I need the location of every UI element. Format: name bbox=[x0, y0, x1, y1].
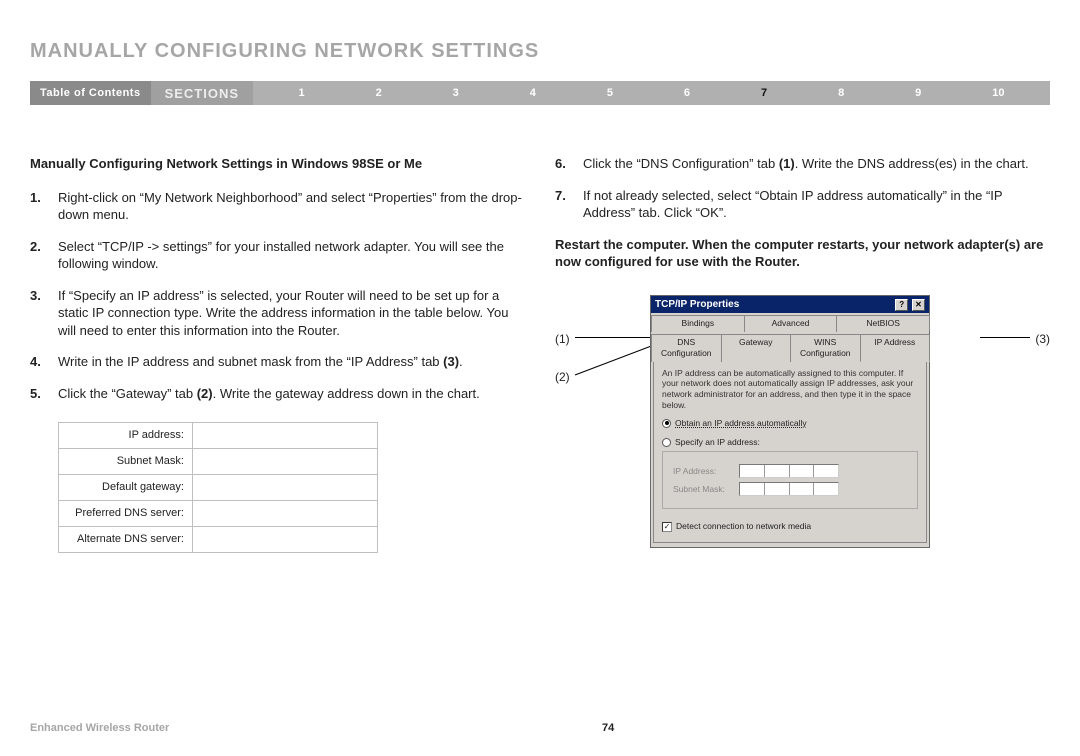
section-link-2[interactable]: 2 bbox=[376, 87, 382, 99]
footer-product: Enhanced Wireless Router bbox=[30, 722, 169, 734]
dialog-tab[interactable]: IP Address bbox=[860, 334, 931, 362]
dialog-titlebar: TCP/IP Properties ? ✕ bbox=[651, 296, 929, 314]
step-bold-ref: (1) bbox=[779, 156, 795, 171]
dialog-title: TCP/IP Properties bbox=[655, 298, 739, 312]
callout-2: (2) bbox=[555, 369, 570, 385]
section-subhead: Manually Configuring Network Settings in… bbox=[30, 155, 525, 173]
steps-list-left: 1.Right-click on “My Network Neighborhoo… bbox=[30, 189, 525, 403]
table-value bbox=[192, 475, 377, 501]
close-icon[interactable]: ✕ bbox=[912, 299, 925, 311]
table-label: Subnet Mask: bbox=[59, 449, 193, 475]
right-column: 6.Click the “DNS Configuration” tab (1).… bbox=[555, 155, 1050, 553]
tcpip-screenshot: (1) (2) (3) TCP/IP Properties ? ✕ Bindin… bbox=[555, 295, 1050, 548]
radio-specify[interactable]: Specify an IP address: bbox=[662, 437, 918, 448]
tcpip-dialog: TCP/IP Properties ? ✕ BindingsAdvancedNe… bbox=[650, 295, 930, 548]
footer-page-number: 74 bbox=[602, 722, 614, 734]
section-link-6[interactable]: 6 bbox=[684, 87, 690, 99]
table-row: IP address: bbox=[59, 423, 378, 449]
table-row: Alternate DNS server: bbox=[59, 526, 378, 552]
steps-list-right: 6.Click the “DNS Configuration” tab (1).… bbox=[555, 155, 1050, 222]
help-icon[interactable]: ? bbox=[895, 299, 908, 311]
section-numbers: 1 2 3 4 5 6 7 8 9 10 bbox=[253, 87, 1050, 99]
step-number: 3. bbox=[30, 287, 41, 305]
step-number: 7. bbox=[555, 187, 566, 205]
ip-fields-group: IP Address: Subnet Mask: bbox=[662, 451, 918, 509]
left-column: Manually Configuring Network Settings in… bbox=[30, 155, 525, 553]
step-item: 2.Select “TCP/IP -> settings” for your i… bbox=[30, 238, 525, 273]
section-link-3[interactable]: 3 bbox=[453, 87, 459, 99]
step-item: 7.If not already selected, select “Obtai… bbox=[555, 187, 1050, 222]
dialog-body-text: An IP address can be automatically assig… bbox=[662, 368, 918, 411]
dialog-tab[interactable]: Advanced bbox=[744, 315, 838, 331]
section-link-8[interactable]: 8 bbox=[838, 87, 844, 99]
table-label: IP address: bbox=[59, 423, 193, 449]
step-number: 4. bbox=[30, 353, 41, 371]
step-number: 5. bbox=[30, 385, 41, 403]
section-link-10[interactable]: 10 bbox=[992, 87, 1004, 99]
radio-obtain-label: Obtain an IP address automatically bbox=[675, 418, 807, 429]
step-item: 1.Right-click on “My Network Neighborhoo… bbox=[30, 189, 525, 224]
detect-row[interactable]: ✓ Detect connection to network media bbox=[662, 521, 918, 532]
table-label: Preferred DNS server: bbox=[59, 501, 193, 527]
page-footer: Enhanced Wireless Router 74 . bbox=[30, 722, 1050, 734]
table-value bbox=[192, 449, 377, 475]
table-label: Alternate DNS server: bbox=[59, 526, 193, 552]
dialog-tab[interactable]: Gateway bbox=[721, 334, 792, 362]
sections-label: SECTIONS bbox=[151, 81, 253, 105]
checkbox-icon: ✓ bbox=[662, 522, 672, 532]
step-item: 6.Click the “DNS Configuration” tab (1).… bbox=[555, 155, 1050, 173]
radio-specify-label: Specify an IP address: bbox=[675, 437, 760, 448]
dialog-tab[interactable]: WINS Configuration bbox=[790, 334, 861, 362]
dialog-tab[interactable]: Bindings bbox=[651, 315, 745, 331]
table-value bbox=[192, 526, 377, 552]
section-nav: Table of Contents SECTIONS 1 2 3 4 5 6 7 8 9 10 bbox=[30, 81, 1050, 105]
ip-entry-table: IP address: Subnet Mask: Default gateway… bbox=[58, 422, 378, 552]
table-value bbox=[192, 423, 377, 449]
section-link-1[interactable]: 1 bbox=[299, 87, 305, 99]
step-number: 1. bbox=[30, 189, 41, 207]
callout-3: (3) bbox=[1035, 331, 1050, 347]
table-row: Default gateway: bbox=[59, 475, 378, 501]
table-label: Default gateway: bbox=[59, 475, 193, 501]
radio-dot-icon bbox=[662, 419, 671, 428]
step-item: 3.If “Specify an IP address” is selected… bbox=[30, 287, 525, 340]
section-link-9[interactable]: 9 bbox=[915, 87, 921, 99]
detect-label: Detect connection to network media bbox=[676, 521, 811, 532]
section-link-5[interactable]: 5 bbox=[607, 87, 613, 99]
ip-address-input[interactable] bbox=[739, 464, 839, 478]
step-item: 4.Write in the IP address and subnet mas… bbox=[30, 353, 525, 371]
dialog-tabs-row1: BindingsAdvancedNetBIOS bbox=[651, 313, 929, 331]
table-value bbox=[192, 501, 377, 527]
section-link-7[interactable]: 7 bbox=[761, 87, 767, 99]
dialog-tabs-row2: DNS ConfigurationGatewayWINS Configurati… bbox=[651, 332, 929, 362]
step-item: 5.Click the “Gateway” tab (2). Write the… bbox=[30, 385, 525, 403]
step-bold-ref: (3) bbox=[443, 354, 459, 369]
dialog-tab[interactable]: DNS Configuration bbox=[651, 334, 722, 362]
section-link-4[interactable]: 4 bbox=[530, 87, 536, 99]
callout-line-3 bbox=[980, 337, 1030, 338]
field-mask-label: Subnet Mask: bbox=[673, 484, 733, 495]
callout-1: (1) bbox=[555, 331, 570, 347]
step-number: 6. bbox=[555, 155, 566, 173]
subnet-mask-input[interactable] bbox=[739, 482, 839, 496]
table-row: Preferred DNS server: bbox=[59, 501, 378, 527]
table-row: Subnet Mask: bbox=[59, 449, 378, 475]
radio-obtain[interactable]: Obtain an IP address automatically bbox=[662, 418, 918, 429]
page-title: MANUALLY CONFIGURING NETWORK SETTINGS bbox=[30, 40, 1050, 63]
step-bold-ref: (2) bbox=[197, 386, 213, 401]
dialog-tab[interactable]: NetBIOS bbox=[836, 315, 930, 331]
field-ip-label: IP Address: bbox=[673, 466, 733, 477]
radio-dot-icon bbox=[662, 438, 671, 447]
dialog-tab-body: An IP address can be automatically assig… bbox=[653, 361, 927, 543]
step-number: 2. bbox=[30, 238, 41, 256]
toc-link[interactable]: Table of Contents bbox=[30, 81, 151, 105]
restart-note: Restart the computer. When the computer … bbox=[555, 236, 1050, 271]
